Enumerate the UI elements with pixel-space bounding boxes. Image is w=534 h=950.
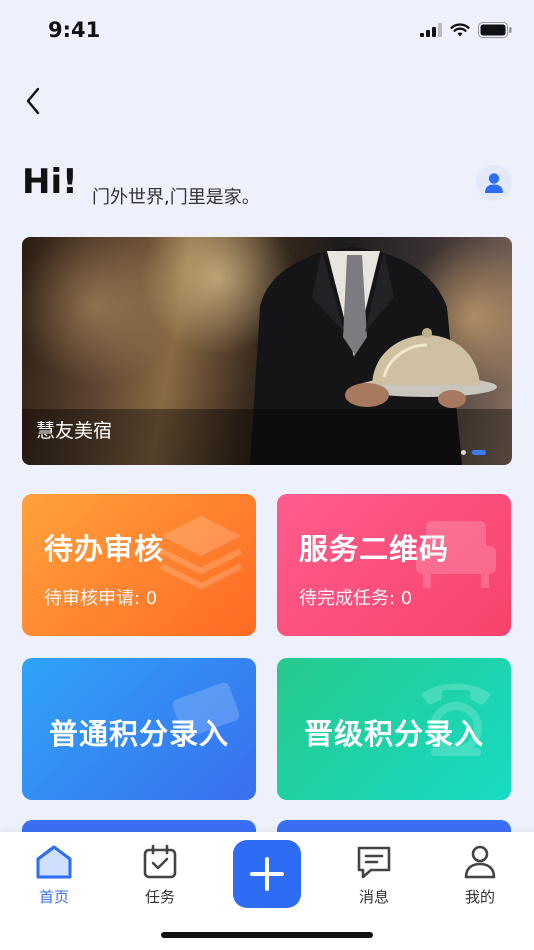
tab-home-label: 首页	[38, 888, 69, 906]
tab-messages[interactable]: 消息	[334, 844, 414, 907]
greeting-title: Hi!	[22, 162, 78, 202]
tab-profile[interactable]: 我的	[440, 844, 520, 907]
layers-icon	[159, 516, 243, 590]
carousel-indicator	[461, 450, 486, 455]
home-indicator	[161, 932, 373, 938]
tab-home[interactable]: 首页	[14, 844, 94, 907]
back-button[interactable]	[18, 84, 48, 118]
pending-review-count: 待审核申请: 0	[44, 588, 158, 609]
pending-review-title: 待办审核	[44, 532, 165, 566]
service-qrcode-count: 待完成任务: 0	[299, 588, 413, 609]
tab-tasks-label: 任务	[144, 888, 175, 906]
profile-button[interactable]	[476, 165, 512, 201]
banner-caption: 慧友美宿	[36, 420, 113, 442]
carousel-dot[interactable]	[461, 450, 466, 455]
message-icon	[357, 846, 391, 879]
banner-carousel[interactable]: 慧友美宿	[22, 237, 512, 465]
plus-icon	[250, 857, 284, 891]
status-time: 9:41	[48, 18, 101, 42]
upgrade-points-entry-title: 晋级积分录入	[303, 717, 484, 751]
carousel-dot-active[interactable]	[472, 450, 486, 455]
status-bar: 9:41	[0, 0, 534, 64]
upgrade-points-entry-card[interactable]: 晋级积分录入	[277, 658, 511, 800]
points-entry-title: 普通积分录入	[48, 717, 229, 751]
service-qrcode-card[interactable]: 服务二维码 待完成任务: 0	[277, 494, 511, 636]
status-icons	[420, 22, 512, 38]
greeting-subtitle: 门外世界,门里是家。	[92, 187, 260, 208]
tab-profile-label: 我的	[464, 888, 495, 906]
battery-icon	[478, 22, 512, 38]
home-icon	[36, 845, 72, 879]
points-entry-card[interactable]: 普通积分录入	[22, 658, 256, 800]
user-icon	[464, 845, 496, 879]
service-qrcode-title: 服务二维码	[299, 532, 450, 566]
pending-review-card[interactable]: 待办审核 待审核申请: 0	[22, 494, 256, 636]
tab-tasks[interactable]: 任务	[120, 844, 200, 907]
user-avatar-icon	[485, 173, 503, 193]
add-button[interactable]	[233, 840, 301, 908]
cellular-signal-icon	[420, 23, 442, 37]
tab-messages-label: 消息	[358, 888, 389, 906]
wifi-icon	[450, 22, 470, 36]
calendar-check-icon	[143, 844, 177, 879]
chevron-left-icon	[26, 87, 40, 115]
